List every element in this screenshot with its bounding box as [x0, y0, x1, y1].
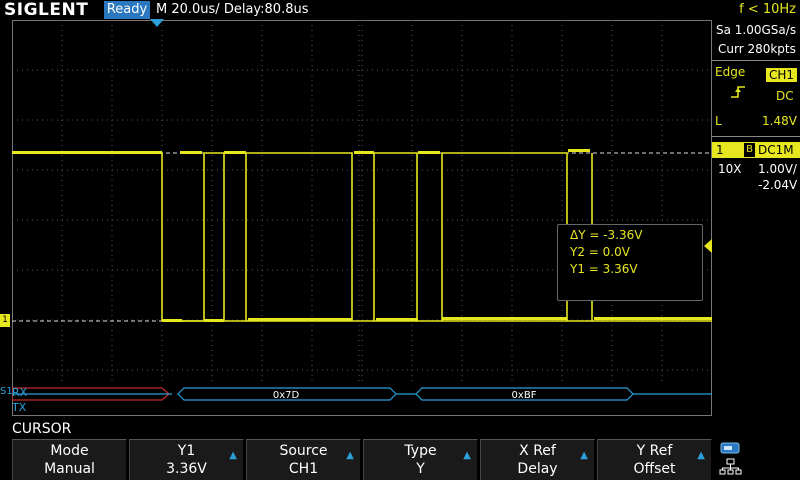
rx-label: RX: [12, 386, 28, 399]
softkey-value: Delay: [517, 461, 558, 477]
softkey-bar: Mode Manual Y1 3.36V ▲ Source CH1 ▲ Type…: [12, 439, 712, 480]
cursor-readout-panel: ΔY = -3.36V Y2 = 0.0V Y1 = 3.36V: [557, 224, 703, 301]
divider: [712, 136, 800, 137]
usb-icon: [719, 442, 742, 475]
softkey-mode[interactable]: Mode Manual: [12, 439, 127, 480]
bandwidth-limit-flag: B: [744, 143, 755, 157]
softkey-label: Source: [279, 443, 328, 459]
softkey-source[interactable]: Source CH1 ▲: [246, 439, 361, 480]
probe-attenuation: 10X: [718, 162, 742, 176]
softkey-value: Offset: [633, 461, 676, 477]
cursor-y1: Y1 = 3.36V: [570, 262, 638, 276]
trigger-level-marker[interactable]: [704, 239, 712, 253]
softkey-value: Y: [416, 461, 425, 477]
decode-tx-row: [12, 387, 712, 401]
up-arrow-icon: ▲: [346, 450, 354, 461]
channel-number: 1: [716, 143, 724, 157]
rising-edge-icon: [731, 86, 745, 98]
decode-byte-0: 0x7D: [273, 390, 300, 401]
softkey-x-ref[interactable]: X Ref Delay ▲: [480, 439, 595, 480]
trigger-coupling: DC: [776, 89, 794, 103]
up-arrow-icon: ▲: [463, 450, 471, 461]
softkey-value: Manual: [44, 461, 95, 477]
brand-logo: SIGLENT: [4, 0, 89, 20]
channel-coupling: DC1M: [758, 143, 794, 157]
trigger-level-label: L: [715, 114, 722, 128]
trigger-source-badge[interactable]: CH1: [766, 64, 798, 83]
softkey-y1[interactable]: Y1 3.36V ▲: [129, 439, 244, 480]
softkey-y-ref[interactable]: Y Ref Offset ▲: [597, 439, 712, 480]
vertical-scale[interactable]: 1.00V/: [758, 161, 797, 177]
waveform-display[interactable]: 0x7D 0xBF: [12, 20, 712, 416]
cursor-delta-y: ΔY = -3.36V: [570, 228, 643, 242]
up-arrow-icon: ▲: [229, 450, 237, 461]
up-arrow-icon: ▲: [697, 450, 705, 461]
softkey-label: X Ref: [519, 443, 556, 459]
softkey-label: Type: [404, 443, 437, 459]
ch1-ground-marker[interactable]: 1: [0, 314, 10, 327]
softkey-value: 3.36V: [166, 461, 207, 477]
trigger-type[interactable]: Edge: [715, 64, 745, 80]
trigger-position-marker[interactable]: [150, 19, 164, 29]
sample-rate: Sa 1.00GSa/s: [716, 23, 797, 37]
tx-label: TX: [12, 401, 27, 414]
softkey-value: CH1: [288, 461, 319, 477]
softkey-label: Mode: [50, 443, 89, 459]
softkey-label: Y1: [177, 443, 196, 459]
network-icon: [719, 458, 742, 475]
memory-depth: Curr 280kpts: [718, 42, 796, 56]
trigger-frequency: f < 10Hz: [739, 2, 796, 17]
softkey-type[interactable]: Type Y ▲: [363, 439, 478, 480]
up-arrow-icon: ▲: [580, 450, 588, 461]
cursor-y2: Y2 = 0.0V: [570, 245, 630, 259]
divider: [712, 60, 800, 61]
run-state-badge[interactable]: Ready: [104, 1, 150, 19]
vertical-offset[interactable]: -2.04V: [758, 177, 797, 193]
softkey-label: Y Ref: [636, 443, 673, 459]
decode-byte-1: 0xBF: [512, 390, 537, 401]
menu-title: CURSOR: [12, 421, 72, 437]
trigger-source: CH1: [766, 68, 798, 82]
grid-vertical: [61, 20, 663, 382]
bus-label: S1: [0, 386, 13, 397]
grid-border: [12, 20, 712, 416]
timebase-readout[interactable]: M 20.0us/ Delay:80.8us: [156, 0, 309, 20]
trigger-level[interactable]: 1.48V: [762, 113, 797, 129]
